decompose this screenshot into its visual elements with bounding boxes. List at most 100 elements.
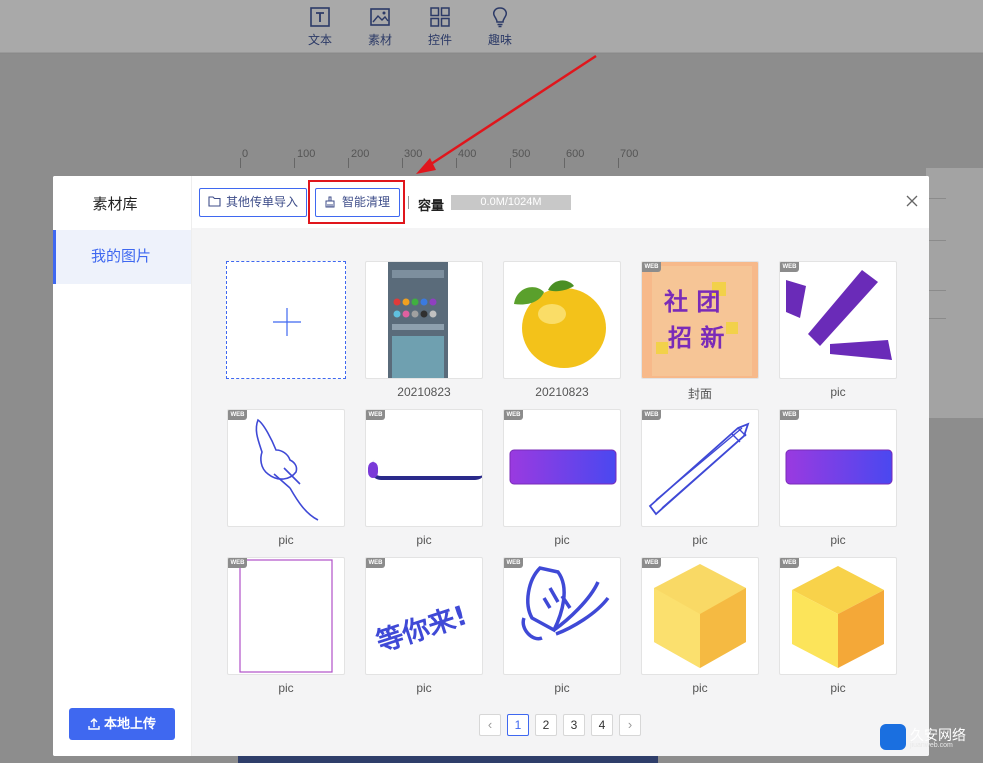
library-sidebar: 素材库 我的图片 本地上传 xyxy=(53,176,192,756)
image-caption: pic xyxy=(830,385,846,399)
image-caption: pic xyxy=(692,533,708,547)
watermark-subtext: jiuanweb.com xyxy=(910,742,953,749)
image-thumbnail[interactable]: WEB xyxy=(779,409,897,527)
ruler-mark: 500 xyxy=(512,148,531,160)
prev-page-button[interactable]: ‹ xyxy=(479,714,501,736)
image-thumbnail[interactable]: WEB xyxy=(641,557,759,675)
web-badge: WEB xyxy=(642,410,661,420)
screenshot-preview xyxy=(388,262,448,378)
page-button-1[interactable]: 1 xyxy=(507,714,529,736)
library-title: 素材库 xyxy=(92,196,138,213)
close-icon[interactable] xyxy=(902,191,922,211)
watermark-logo-icon xyxy=(880,724,906,750)
web-badge: WEB xyxy=(504,410,523,420)
lemon-image xyxy=(514,280,606,368)
image-caption: pic xyxy=(830,533,846,547)
material-library-dialog: 素材库 我的图片 本地上传 其他传单导入 智能清理 容量 0.0M/1024M xyxy=(53,176,929,756)
web-badge: WEB xyxy=(642,558,661,568)
divider xyxy=(408,196,409,209)
svg-text:招 新: 招 新 xyxy=(668,324,724,352)
image-caption: pic xyxy=(554,533,570,547)
image-thumbnail[interactable] xyxy=(503,261,621,379)
import-label: 其他传单导入 xyxy=(226,195,299,209)
cube-image xyxy=(792,566,884,668)
ruler-mark: 700 xyxy=(620,148,639,160)
text-tool-button[interactable]: 文本 xyxy=(300,6,340,48)
web-badge: WEB xyxy=(228,558,247,568)
properties-panel xyxy=(926,168,983,418)
bulb-icon xyxy=(493,7,507,28)
image-thumbnail[interactable]: WEB xyxy=(779,261,897,379)
web-badge: WEB xyxy=(366,558,385,568)
gradient-bar-image xyxy=(785,449,893,485)
page-button-4[interactable]: 4 xyxy=(591,714,613,736)
material-tool-button[interactable]: 素材 xyxy=(360,6,400,48)
image-grid: 20210823 20210823 社 团 招 新 WEB 封面 WEB pic… xyxy=(192,228,929,756)
ruler-mark: 400 xyxy=(458,148,477,160)
import-from-other-flyer-button[interactable]: 其他传单导入 xyxy=(199,188,307,217)
image-thumbnail[interactable]: WEB xyxy=(641,409,759,527)
web-badge: WEB xyxy=(780,410,799,420)
image-caption: 封面 xyxy=(687,387,712,401)
add-image-button[interactable] xyxy=(226,261,346,379)
image-caption: pic xyxy=(278,533,294,547)
image-caption: pic xyxy=(416,681,432,695)
pill-outline-image xyxy=(368,457,482,480)
next-page-button[interactable]: › xyxy=(619,714,641,736)
sidebar-item-my-images[interactable]: 我的图片 xyxy=(53,230,191,284)
page-button-3[interactable]: 3 xyxy=(563,714,585,736)
frame-image xyxy=(239,559,333,673)
image-thumbnail[interactable]: WEB xyxy=(227,557,345,675)
material-tool-label: 素材 xyxy=(367,33,392,47)
image-thumbnail[interactable]: WEB xyxy=(503,557,621,675)
ruler-mark: 600 xyxy=(566,148,585,160)
image-thumbnail[interactable]: WEB xyxy=(779,557,897,675)
text-tool-label: 文本 xyxy=(307,33,332,47)
image-thumbnail[interactable]: WEB xyxy=(365,409,483,527)
image-caption: 20210823 xyxy=(397,385,451,399)
folder-icon xyxy=(208,196,221,207)
image-thumbnail[interactable] xyxy=(365,261,483,379)
web-badge: WEB xyxy=(780,558,799,568)
capacity-bar: 0.0M/1024M xyxy=(451,195,571,210)
widget-tool-label: 控件 xyxy=(427,33,452,47)
image-caption: pic xyxy=(278,681,294,695)
editor-toolbar: 文本 素材 控件 趣味 xyxy=(0,0,983,53)
gradient-bar-image xyxy=(509,449,617,485)
watermark: 久安网络 jiuanweb.com xyxy=(878,722,983,754)
blurred-cube-image xyxy=(654,564,746,668)
image-caption: 20210823 xyxy=(535,385,589,399)
ruler-mark: 200 xyxy=(351,148,370,160)
image-thumbnail[interactable]: WEB xyxy=(503,409,621,527)
handwriting-image: 等你来! xyxy=(372,599,471,658)
grid-icon xyxy=(430,7,450,27)
horizontal-ruler: 0 100 200 300 400 500 600 700 xyxy=(236,146,656,168)
upload-icon xyxy=(88,718,100,730)
capacity-label: 容量 xyxy=(418,198,445,213)
fun-tool-button[interactable]: 趣味 xyxy=(480,6,520,48)
image-caption: pic xyxy=(692,681,708,695)
image-thumbnail[interactable]: WEB xyxy=(227,409,345,527)
image-thumbnail[interactable]: 社 团 招 新 WEB xyxy=(641,261,759,379)
page-button-2[interactable]: 2 xyxy=(535,714,557,736)
fun-tool-label: 趣味 xyxy=(487,33,512,47)
image-caption: pic xyxy=(416,533,432,547)
web-badge: WEB xyxy=(642,262,661,272)
dialog-header: 其他传单导入 智能清理 容量 0.0M/1024M xyxy=(192,176,929,228)
web-badge: WEB xyxy=(366,410,385,420)
web-badge: WEB xyxy=(504,558,523,568)
local-upload-button[interactable]: 本地上传 xyxy=(69,708,175,740)
pointing-hand-image xyxy=(255,418,319,521)
local-upload-label: 本地上传 xyxy=(103,716,156,731)
plus-icon xyxy=(273,308,301,336)
widget-tool-button[interactable]: 控件 xyxy=(420,6,460,48)
web-badge: WEB xyxy=(780,262,799,272)
image-thumbnail[interactable]: 等你来! WEB xyxy=(365,557,483,675)
svg-text:等你来!: 等你来! xyxy=(372,599,471,658)
shuttlecock-image xyxy=(521,566,610,641)
cover-poster-image: 社 团 招 新 xyxy=(642,262,758,378)
burst-lines-image xyxy=(786,270,892,360)
highlight-box xyxy=(308,180,405,224)
ruler-mark: 100 xyxy=(297,148,316,160)
ruler-mark: 300 xyxy=(404,148,423,160)
